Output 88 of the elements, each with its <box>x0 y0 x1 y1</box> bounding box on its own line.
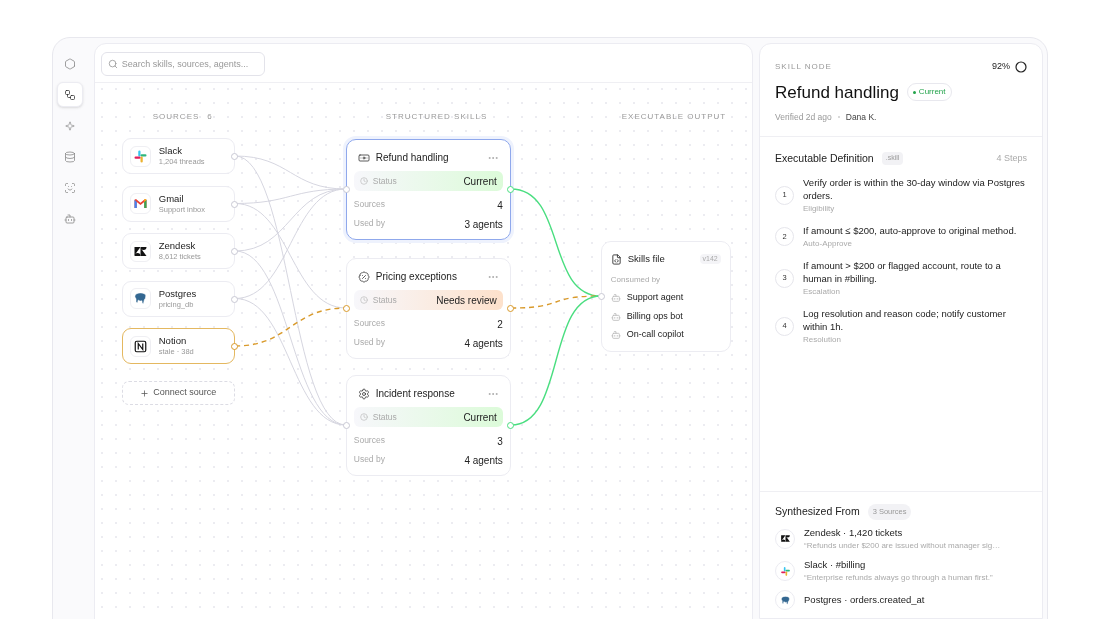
mail-logo-icon <box>132 196 148 211</box>
database-icon <box>64 150 77 163</box>
stat-value: 2 <box>497 318 503 332</box>
consumer-name: Billing ops bot <box>626 309 683 323</box>
slack-logo-icon <box>132 148 148 164</box>
author-name: Dana K. <box>845 111 877 124</box>
source-name: Zendesk <box>158 240 197 253</box>
status-label: Status <box>372 174 398 188</box>
column-heading: SOURCES <box>152 111 200 123</box>
synth-quote: “Enterprise refunds always go through a human first.” <box>804 572 993 585</box>
status-value: Needs review <box>436 293 497 308</box>
nodes-icon <box>64 88 77 101</box>
step-label: Escalation <box>803 285 841 298</box>
banknote-icon <box>357 151 370 164</box>
source-name: Notion <box>158 335 188 348</box>
skill-card[interactable]: Incident response Status Current Sources 3 Used by 4 agents <box>345 375 511 476</box>
source-count: 6 <box>207 111 213 123</box>
source-name: Postgres <box>158 287 197 300</box>
consumer-name: Support agent <box>626 291 684 305</box>
step-label: Resolution <box>803 333 842 346</box>
column-heading: EXECUTABLE OUTPUT <box>621 111 727 123</box>
consumed-label: Consumed by <box>610 274 662 287</box>
notion-logo-icon <box>132 338 148 354</box>
search-icon <box>107 59 118 69</box>
step-text: If amount > $200 or flagged account, route to a human in #billing. <box>803 258 1002 285</box>
synth-title: Zendesk · 1,420 tickets <box>804 525 904 540</box>
status-label: Status <box>372 293 398 307</box>
bot-icon <box>610 311 621 322</box>
progress-ring-icon <box>1015 60 1027 73</box>
file-icon <box>610 253 622 265</box>
step-label: Eligibility <box>803 202 836 215</box>
gear-icon <box>357 387 370 400</box>
step-label: Auto-Approve <box>803 237 853 250</box>
percent-icon <box>357 270 370 283</box>
stat-label: Sources <box>353 434 385 447</box>
verified-text: Verified 2d ago <box>775 111 832 124</box>
stat-value: 3 agents <box>464 218 503 232</box>
section-title: Synthesized From <box>775 504 860 519</box>
step-text: Verify order is within the 30-day window via Postgres orders. <box>803 175 1026 202</box>
stat-label: Used by <box>353 453 385 466</box>
section-title: Executable Definition <box>775 150 874 166</box>
step-text: Log resolution and reason code; notify customer within 1h. <box>803 306 1007 333</box>
scan-icon <box>64 181 77 194</box>
hexagon-icon <box>64 57 77 70</box>
elephant-logo-icon <box>132 291 148 306</box>
source-name: Slack <box>158 145 183 158</box>
sparkle-icon <box>65 120 76 131</box>
stat-value: 4 agents <box>464 454 503 468</box>
source-name: Gmail <box>158 192 185 205</box>
elephant-logo-icon <box>779 594 791 606</box>
output-title: Skills file <box>627 252 666 266</box>
stat-label: Used by <box>353 217 385 230</box>
stat-value: 3 <box>497 435 503 449</box>
search-field[interactable]: Search skills, sources, agents... <box>100 52 265 76</box>
skill-card[interactable]: Refund handling Status Current Sources 4 Used by 3 agents <box>345 139 511 240</box>
panel-eyebrow: SKILL NODE <box>775 60 832 73</box>
stat-value: 4 <box>497 199 503 213</box>
synth-title: Slack · #billing <box>804 558 867 572</box>
panel-title: Refund handling <box>775 81 899 104</box>
skill-card[interactable]: Pricing exceptions Status Needs review Sources 2 Used by 4 agents <box>345 258 511 359</box>
skill-title: Refund handling <box>375 151 450 165</box>
clock-icon <box>359 177 368 185</box>
score-value: 92% <box>992 60 1010 73</box>
status-value: Current <box>463 410 497 425</box>
column-heading: STRUCTURED SKILLS <box>385 111 488 123</box>
status-label: Status <box>372 410 398 424</box>
status-value: Current <box>463 174 497 189</box>
stat-value: 4 agents <box>464 337 503 351</box>
plus-icon <box>140 388 150 398</box>
steps-count: 4 Steps <box>996 151 1027 165</box>
stat-label: Sources <box>353 317 385 330</box>
bot-icon <box>610 330 621 340</box>
step-text: If amount ≤ $200, auto-approve to original method. <box>803 223 1017 237</box>
stat-label: Sources <box>353 198 385 211</box>
clock-icon <box>359 296 368 304</box>
zendesk-logo-icon <box>779 533 791 545</box>
skill-title: Pricing exceptions <box>375 270 458 284</box>
stat-label: Used by <box>353 336 385 349</box>
clock-icon <box>359 413 368 421</box>
synth-quote: “Refunds under $200 are issued without manager sig… <box>804 540 1001 552</box>
consumer-name: On-call copilot <box>626 328 684 342</box>
skill-title: Incident response <box>375 387 456 401</box>
nav-button[interactable] <box>57 82 84 107</box>
bot-icon <box>610 293 621 303</box>
bot-icon <box>64 212 77 225</box>
connect-source-button[interactable]: Connect source <box>121 381 235 405</box>
synth-title: Postgres · orders.created_at <box>804 593 925 608</box>
slack-logo-icon <box>779 565 791 577</box>
